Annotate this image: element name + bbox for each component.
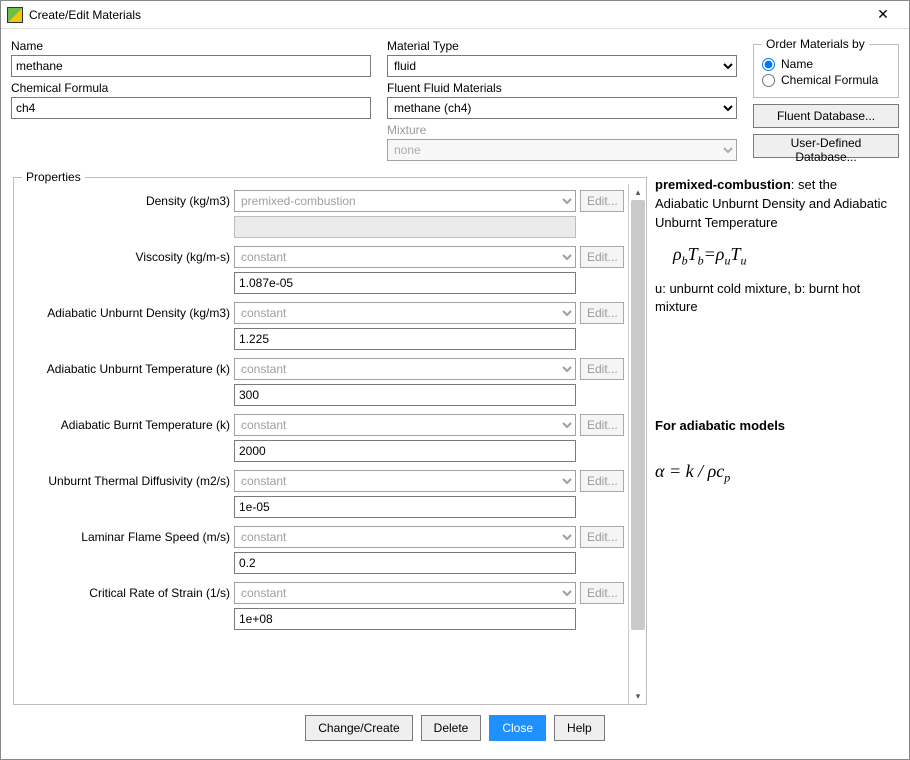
edit-button[interactable]: Edit... xyxy=(580,414,624,436)
prop-value[interactable] xyxy=(234,496,576,518)
scrollbar[interactable]: ▴ ▾ xyxy=(628,184,646,704)
app-icon xyxy=(7,7,23,23)
prop-method[interactable]: constant xyxy=(234,582,576,604)
chem-formula-field[interactable] xyxy=(11,97,371,119)
prop-label: Adiabatic Unburnt Density (kg/m3) xyxy=(24,306,234,320)
material-type-select[interactable]: fluid xyxy=(387,55,737,77)
prop-row: Density (kg/m3) premixed-combustion Edit… xyxy=(24,190,624,212)
annotation-panel: premixed-combustion: set the Adiabatic U… xyxy=(649,164,899,705)
edit-button[interactable]: Edit... xyxy=(580,470,624,492)
materials-dialog: Create/Edit Materials ✕ Name Chemical Fo… xyxy=(0,0,910,760)
col-name: Name Chemical Formula xyxy=(11,37,371,164)
order-legend: Order Materials by xyxy=(762,37,869,51)
prop-value[interactable] xyxy=(234,552,576,574)
fluent-fluid-select[interactable]: methane (ch4) xyxy=(387,97,737,119)
chem-formula-label: Chemical Formula xyxy=(11,81,371,95)
dialog-footer: Change/Create Delete Close Help xyxy=(11,705,899,755)
properties-list: Density (kg/m3) premixed-combustion Edit… xyxy=(14,184,628,704)
prop-label: Laminar Flame Speed (m/s) xyxy=(24,530,234,544)
name-label: Name xyxy=(11,39,371,53)
prop-value[interactable] xyxy=(234,384,576,406)
mixture-label: Mixture xyxy=(387,123,737,137)
prop-value[interactable] xyxy=(234,272,576,294)
prop-method[interactable]: constant xyxy=(234,470,576,492)
equation-alpha: α = k / ρcp xyxy=(655,458,889,487)
prop-method[interactable]: constant xyxy=(234,246,576,268)
col-right: Order Materials by Name Chemical Formula… xyxy=(753,37,899,164)
edit-button[interactable]: Edit... xyxy=(580,582,624,604)
user-database-button[interactable]: User-Defined Database... xyxy=(753,134,899,158)
prop-method[interactable]: constant xyxy=(234,526,576,548)
prop-label: Adiabatic Unburnt Temperature (k) xyxy=(24,362,234,376)
note-pc-bold: premixed-combustion xyxy=(655,177,791,192)
scroll-up-icon[interactable]: ▴ xyxy=(629,184,646,200)
prop-value[interactable] xyxy=(234,440,576,462)
prop-label: Unburnt Thermal Diffusivity (m2/s) xyxy=(24,474,234,488)
fluent-fluid-label: Fluent Fluid Materials xyxy=(387,81,737,95)
fluent-database-button[interactable]: Fluent Database... xyxy=(753,104,899,128)
note-adiab: For adiabatic models xyxy=(655,417,889,436)
prop-method[interactable]: constant xyxy=(234,302,576,324)
order-chem-label: Chemical Formula xyxy=(781,73,878,87)
prop-label: Adiabatic Burnt Temperature (k) xyxy=(24,418,234,432)
prop-method[interactable]: constant xyxy=(234,414,576,436)
close-icon[interactable]: ✕ xyxy=(863,1,903,29)
edit-button[interactable]: Edit... xyxy=(580,526,624,548)
order-fieldset: Order Materials by Name Chemical Formula xyxy=(753,37,899,98)
change-create-button[interactable]: Change/Create xyxy=(305,715,412,741)
prop-value[interactable] xyxy=(234,608,576,630)
order-name-row[interactable]: Name xyxy=(762,57,890,71)
order-chem-radio[interactable] xyxy=(762,74,775,87)
note-ub: u: unburnt cold mixture, b: burnt hot mi… xyxy=(655,280,889,318)
help-button[interactable]: Help xyxy=(554,715,605,741)
close-button[interactable]: Close xyxy=(489,715,546,741)
properties-group: Properties Density (kg/m3) premixed-comb… xyxy=(13,170,647,705)
name-field[interactable] xyxy=(11,55,371,77)
order-name-radio[interactable] xyxy=(762,58,775,71)
dialog-content: Name Chemical Formula Material Type flui… xyxy=(1,29,909,759)
edit-button[interactable]: Edit... xyxy=(580,358,624,380)
prop-label: Density (kg/m3) xyxy=(24,194,234,208)
delete-button[interactable]: Delete xyxy=(421,715,482,741)
prop-method[interactable]: constant xyxy=(234,358,576,380)
window-title: Create/Edit Materials xyxy=(29,8,863,22)
titlebar: Create/Edit Materials ✕ xyxy=(1,1,909,29)
prop-label: Critical Rate of Strain (1/s) xyxy=(24,586,234,600)
scroll-thumb[interactable] xyxy=(631,200,645,630)
prop-label: Viscosity (kg/m-s) xyxy=(24,250,234,264)
col-type: Material Type fluid Fluent Fluid Materia… xyxy=(387,37,737,164)
scroll-down-icon[interactable]: ▾ xyxy=(629,688,646,704)
prop-value[interactable] xyxy=(234,328,576,350)
properties-legend: Properties xyxy=(22,170,85,184)
prop-value xyxy=(234,216,576,238)
material-type-label: Material Type xyxy=(387,39,737,53)
top-row: Name Chemical Formula Material Type flui… xyxy=(11,37,899,164)
order-chem-row[interactable]: Chemical Formula xyxy=(762,73,890,87)
prop-method[interactable]: premixed-combustion xyxy=(234,190,576,212)
edit-button[interactable]: Edit... xyxy=(580,302,624,324)
edit-button[interactable]: Edit... xyxy=(580,190,624,212)
edit-button[interactable]: Edit... xyxy=(580,246,624,268)
note-pc: premixed-combustion: set the Adiabatic U… xyxy=(655,176,889,233)
mixture-select: none xyxy=(387,139,737,161)
equation-rho-t: ρbTb=ρuTu xyxy=(673,241,889,270)
order-name-label: Name xyxy=(781,57,813,71)
